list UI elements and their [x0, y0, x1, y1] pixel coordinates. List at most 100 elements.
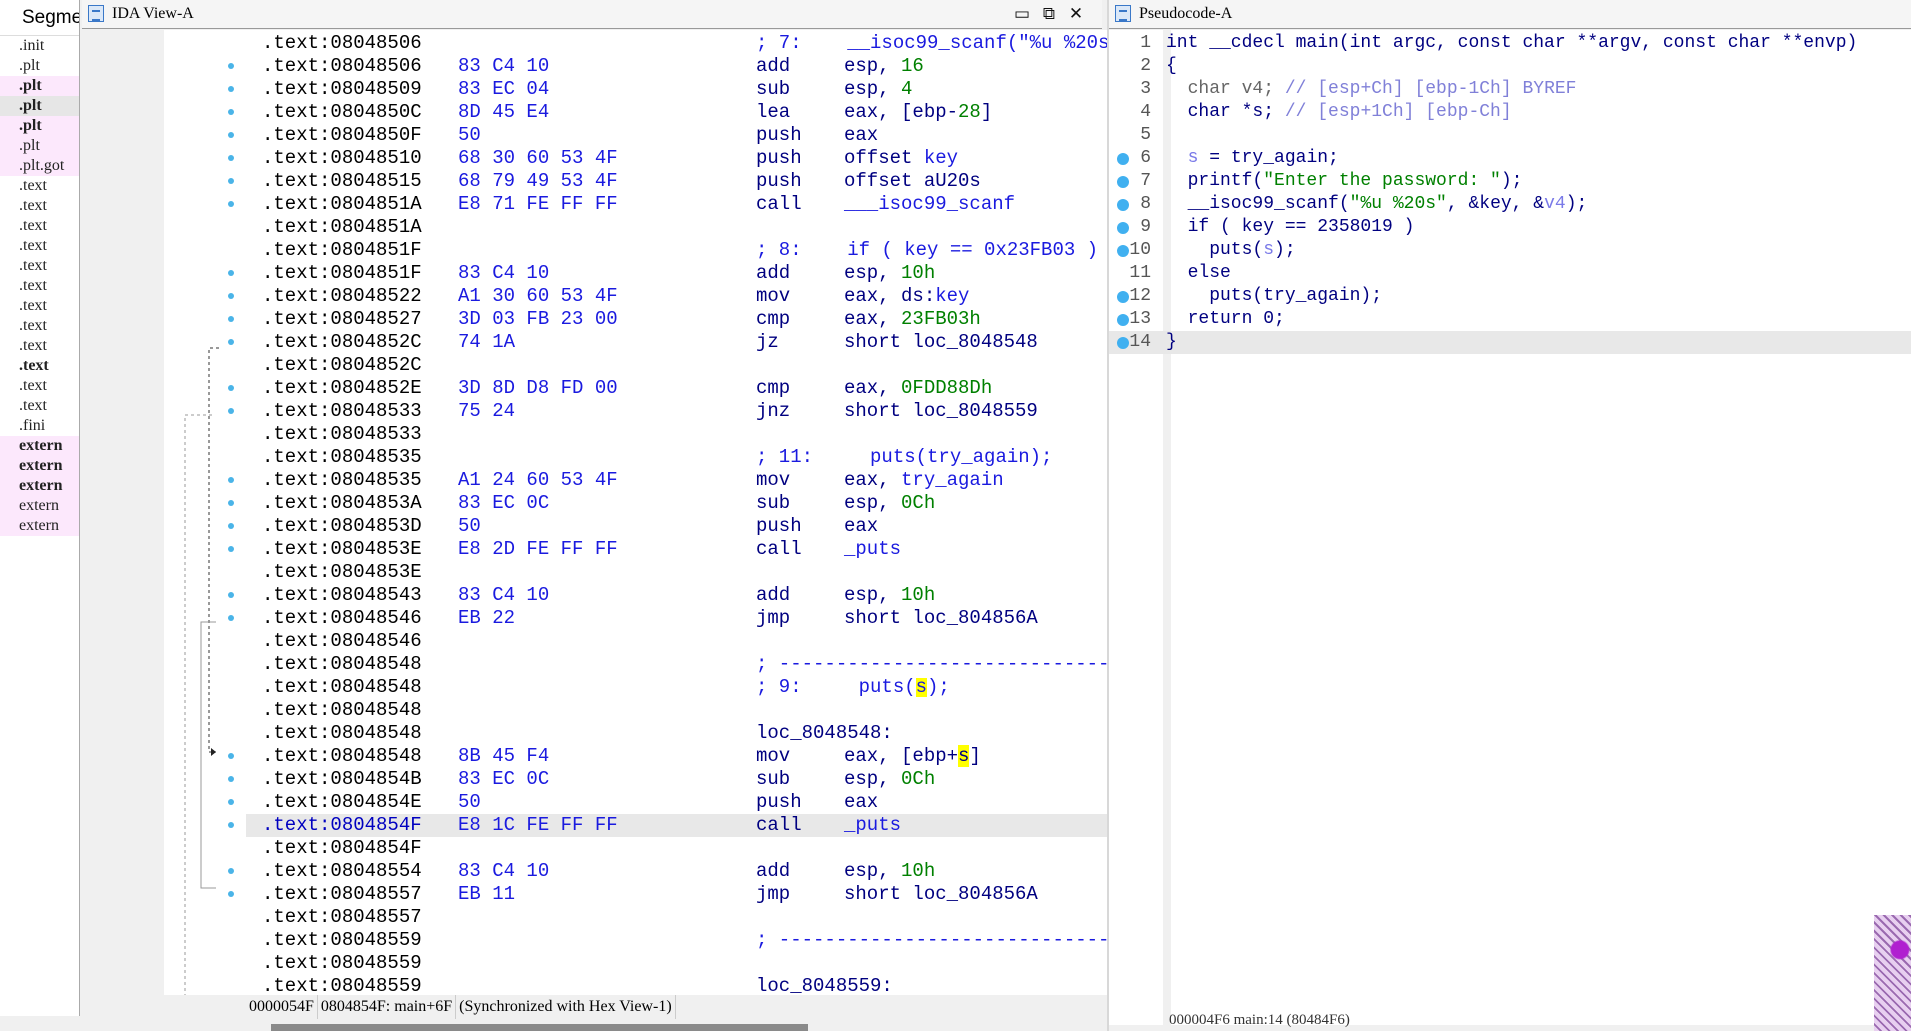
pseudocode-line[interactable]: 1 int __cdecl main(int argc, const char *…	[1109, 32, 1911, 55]
disasm-row[interactable]: .text:08048548	[246, 699, 1159, 722]
pseudocode-line[interactable]: 3 char v4; // [esp+Ch] [ebp-1Ch] BYREF	[1109, 78, 1911, 101]
disasm-row[interactable]: .text:08048557	[246, 906, 1159, 929]
disasm-row[interactable]: .text:08048515 68 79 49 53 4F push offset a…	[246, 170, 1159, 193]
disasm-row[interactable]: .text:08048527 3D 03 FB 23 00 cmp eax, 23FB…	[246, 308, 1159, 331]
segment-item[interactable]: .text	[0, 316, 79, 336]
horizontal-scrollbar[interactable]	[271, 1024, 808, 1031]
disasm-row[interactable]: .text:08048506 83 C4 10 add esp, 16	[246, 55, 1159, 78]
address: .text:08048506	[262, 32, 422, 54]
segment-item[interactable]: .text	[0, 296, 79, 316]
pseudocode-line[interactable]: 5	[1109, 124, 1911, 147]
ida-view-tab[interactable]: IDA View-A ▭ ⧉ ✕	[82, 0, 1102, 29]
segment-item[interactable]: extern	[0, 476, 79, 496]
pseudocode-line[interactable]: 10 puts(s);	[1109, 239, 1911, 262]
segment-item[interactable]: .fini	[0, 416, 79, 436]
segment-item[interactable]: .plt	[0, 96, 79, 116]
pseudocode-line[interactable]: 9 if ( key == 2358019 )	[1109, 216, 1911, 239]
disasm-row[interactable]: .text:0804852C 74 1A jz short loc_8048548	[246, 331, 1159, 354]
segment-item[interactable]: .text	[0, 256, 79, 276]
disasm-row[interactable]: .text:08048546 EB 22 jmp short loc_804856A	[246, 607, 1159, 630]
disasm-row[interactable]: .text:0804851F 83 C4 10 add esp, 10h	[246, 262, 1159, 285]
segment-item[interactable]: .plt	[0, 116, 79, 136]
disasm-row[interactable]: .text:08048559	[246, 952, 1159, 975]
disasm-row[interactable]: .text:08048559 loc_8048559:	[246, 975, 1159, 995]
segment-item[interactable]: .text	[0, 176, 79, 196]
breakpoint-dot-icon[interactable]	[1117, 314, 1129, 326]
disasm-row[interactable]: .text:08048506 ; 7: __isoc99_scanf("%u %2…	[246, 32, 1159, 55]
disasm-row[interactable]: .text:08048559 ; ------------------------…	[246, 929, 1159, 952]
disasm-row[interactable]: .text:0804850F 50 push eax	[246, 124, 1159, 147]
segment-item[interactable]: .plt	[0, 56, 79, 76]
operand-part: eax,	[844, 377, 902, 399]
window-float-icon[interactable]: ⧉	[1039, 4, 1059, 24]
segment-item[interactable]: .text	[0, 336, 79, 356]
breakpoint-dot-icon[interactable]	[1117, 153, 1129, 165]
segment-item[interactable]: .text	[0, 276, 79, 296]
disasm-row[interactable]: .text:0804853A 83 EC 0C sub esp, 0Ch	[246, 492, 1159, 515]
pseudocode-line[interactable]: 6 s = try_again;	[1109, 147, 1911, 170]
segment-item[interactable]: .text	[0, 376, 79, 396]
segment-item[interactable]: .plt.got	[0, 156, 79, 176]
disasm-row[interactable]: .text:0804852C	[246, 354, 1159, 377]
disasm-row[interactable]: .text:0804851F ; 8: if ( key == 0x23FB03 …	[246, 239, 1159, 262]
close-icon[interactable]: ✕	[1066, 4, 1086, 24]
disasm-row[interactable]: .text:0804853E	[246, 561, 1159, 584]
pseudocode-tab[interactable]: Pseudocode-A	[1109, 0, 1911, 29]
disasm-row[interactable]: .text:08048533	[246, 423, 1159, 446]
pseudocode-line[interactable]: 8 __isoc99_scanf("%u %20s", &key, &v4);	[1109, 193, 1911, 216]
disasm-row[interactable]: .text:08048543 83 C4 10 add esp, 10h	[246, 584, 1159, 607]
pseudocode-editor[interactable]: 1 int __cdecl main(int argc, const char *…	[1109, 30, 1911, 1025]
segment-item[interactable]: extern	[0, 516, 79, 536]
disasm-row[interactable]: .text:08048533 75 24 jnz short loc_8048559	[246, 400, 1159, 423]
breakpoint-dot-icon[interactable]	[1117, 291, 1129, 303]
disasm-row[interactable]: .text:08048548 ; 9: puts(s);	[246, 676, 1159, 699]
breakpoint-dot-icon[interactable]	[1117, 199, 1129, 211]
disasm-row[interactable]: .text:0804854F E8 1C FE FF FF call _puts	[246, 814, 1159, 837]
disasm-row[interactable]: .text:08048509 83 EC 04 sub esp, 4	[246, 78, 1159, 101]
disassembly-icon	[88, 5, 104, 22]
disasm-row[interactable]: .text:08048557 EB 11 jmp short loc_804856A	[246, 883, 1159, 906]
disassembly-listing[interactable]: .text:08048506 ; 7: __isoc99_scanf("%u %2…	[246, 30, 1159, 995]
disasm-row[interactable]: .text:08048510 68 30 60 53 4F push offset k…	[246, 147, 1159, 170]
disasm-row[interactable]: .text:0804854B 83 EC 0C sub esp, 0Ch	[246, 768, 1159, 791]
pseudocode-line[interactable]: 2{	[1109, 55, 1911, 78]
disasm-row[interactable]: .text:08048548 ; ------------------------…	[246, 653, 1159, 676]
segment-item[interactable]: .plt	[0, 136, 79, 156]
segment-item[interactable]: extern	[0, 496, 79, 516]
segment-item[interactable]: .plt	[0, 76, 79, 96]
breakpoint-dot-icon[interactable]	[1117, 176, 1129, 188]
disasm-row[interactable]: .text:08048554 83 C4 10 add esp, 10h	[246, 860, 1159, 883]
pseudocode-line[interactable]: 7 printf("Enter the password: ");	[1109, 170, 1911, 193]
disasm-row[interactable]: .text:08048546	[246, 630, 1159, 653]
breakpoint-dot-icon[interactable]	[1117, 337, 1129, 349]
pseudocode-line[interactable]: 14}	[1109, 331, 1911, 354]
pseudocode-line[interactable]: 13 return 0;	[1109, 308, 1911, 331]
window-restore-icon[interactable]: ▭	[1012, 4, 1032, 24]
pseudocode-line[interactable]: 4 char *s; // [esp+1Ch] [ebp-Ch]	[1109, 101, 1911, 124]
disasm-row[interactable]: .text:08048548 loc_8048548:	[246, 722, 1159, 745]
segment-item[interactable]: extern	[0, 456, 79, 476]
disasm-row[interactable]: .text:08048522 A1 30 60 53 4F mov eax, ds:k…	[246, 285, 1159, 308]
segment-item[interactable]: .init	[0, 36, 79, 56]
segment-item[interactable]: .text	[0, 236, 79, 256]
segment-item[interactable]: .text	[0, 216, 79, 236]
segment-item[interactable]: .text	[0, 356, 79, 376]
disasm-row[interactable]: .text:0804850C 8D 45 E4 lea eax, [ebp-28]	[246, 101, 1159, 124]
disasm-row[interactable]: .text:0804851A	[246, 216, 1159, 239]
breakpoint-dot-icon[interactable]	[1117, 222, 1129, 234]
pseudocode-line[interactable]: 12 puts(try_again);	[1109, 285, 1911, 308]
disasm-row[interactable]: .text:0804853E E8 2D FE FF FF call _puts	[246, 538, 1159, 561]
disasm-row[interactable]: .text:08048548 8B 45 F4 mov eax, [ebp+s]	[246, 745, 1159, 768]
segment-item[interactable]: .text	[0, 196, 79, 216]
segment-item[interactable]: .text	[0, 396, 79, 416]
disasm-row[interactable]: .text:08048535 ; 11: puts(try_again);	[246, 446, 1159, 469]
disasm-row[interactable]: .text:0804853D 50 push eax	[246, 515, 1159, 538]
disasm-row[interactable]: .text:0804852E 3D 8D D8 FD 00 cmp eax, 0FDD…	[246, 377, 1159, 400]
segment-item[interactable]: extern	[0, 436, 79, 456]
breakpoint-dot-icon[interactable]	[1117, 245, 1129, 257]
pseudocode-line[interactable]: 11 else	[1109, 262, 1911, 285]
disasm-row[interactable]: .text:08048535 A1 24 60 53 4F mov eax, try_…	[246, 469, 1159, 492]
disasm-row[interactable]: .text:0804851A E8 71 FE FF FF call ___isoc9…	[246, 193, 1159, 216]
disasm-row[interactable]: .text:0804854F	[246, 837, 1159, 860]
disasm-row[interactable]: .text:0804854E 50 push eax	[246, 791, 1159, 814]
